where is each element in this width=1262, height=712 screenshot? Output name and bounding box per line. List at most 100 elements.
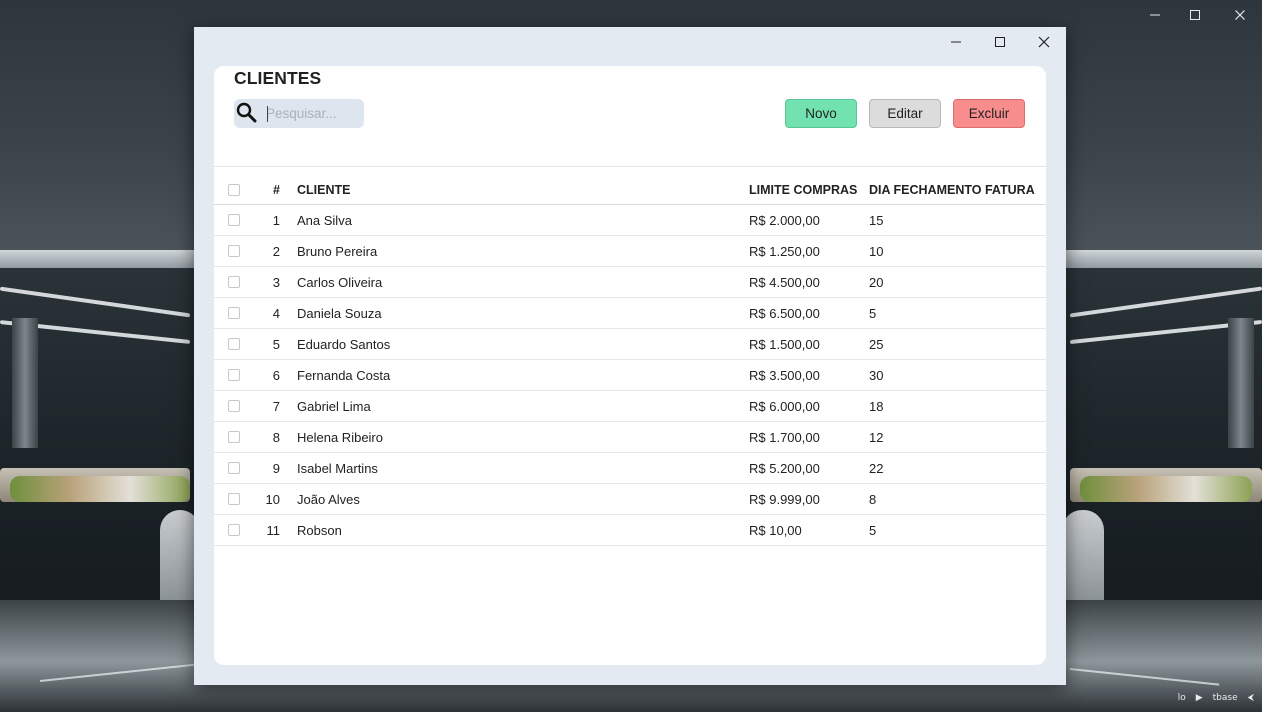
row-limite: R$ 4.500,00: [749, 274, 820, 290]
table-row[interactable]: 4 Daniela Souza R$ 6.500,00 5: [214, 298, 1046, 329]
row-limite: R$ 1.700,00: [749, 429, 820, 445]
background-column: [1228, 318, 1254, 448]
table-row[interactable]: 8 Helena Ribeiro R$ 1.700,00 12: [214, 422, 1046, 453]
desktop-maximize-button[interactable]: [1184, 5, 1206, 25]
table-header-row: # CLIENTE LIMITE COMPRAS DIA FECHAMENTO …: [214, 176, 1046, 205]
row-checkbox[interactable]: [228, 431, 240, 443]
row-num: 3: [272, 274, 280, 290]
table-row[interactable]: 9 Isabel Martins R$ 5.200,00 22: [214, 453, 1046, 484]
row-num: 6: [272, 367, 280, 383]
table-row[interactable]: 5 Eduardo Santos R$ 1.500,00 25: [214, 329, 1046, 360]
row-limite: R$ 6.000,00: [749, 398, 820, 414]
row-num: 8: [272, 429, 280, 445]
tray-item[interactable]: lo: [1178, 693, 1186, 703]
row-limite: R$ 9.999,00: [749, 491, 820, 507]
table-row[interactable]: 10 João Alves R$ 9.999,00 8: [214, 484, 1046, 515]
row-limite: R$ 1.250,00: [749, 243, 820, 259]
row-limite: R$ 6.500,00: [749, 305, 820, 321]
row-dia: 18: [869, 398, 884, 414]
row-dia: 30: [869, 367, 884, 383]
row-checkbox[interactable]: [228, 214, 240, 226]
row-checkbox[interactable]: [228, 276, 240, 288]
background-produce: [1080, 476, 1252, 502]
tray-item[interactable]: ▶: [1196, 693, 1203, 703]
row-num: 4: [272, 305, 280, 321]
row-num: 10: [265, 491, 280, 507]
desktop-close-button[interactable]: [1229, 5, 1251, 25]
row-checkbox[interactable]: [228, 524, 240, 536]
row-dia: 8: [869, 491, 877, 507]
row-dia: 20: [869, 274, 884, 290]
header-num[interactable]: #: [256, 176, 280, 204]
row-checkbox[interactable]: [228, 307, 240, 319]
header-limite[interactable]: LIMITE COMPRAS: [749, 176, 857, 204]
row-checkbox[interactable]: [228, 338, 240, 350]
new-button[interactable]: Novo: [785, 99, 857, 128]
row-cliente: Carlos Oliveira: [297, 274, 383, 290]
row-cliente: Ana Silva: [297, 212, 352, 228]
row-dia: 12: [869, 429, 884, 445]
search-box: [234, 99, 364, 128]
row-checkbox[interactable]: [228, 245, 240, 257]
table-row[interactable]: 11 Robson R$ 10,00 5: [214, 515, 1046, 546]
minimize-icon: [951, 41, 961, 43]
table-row[interactable]: 2 Bruno Pereira R$ 1.250,00 10: [214, 236, 1046, 267]
maximize-icon: [995, 37, 1005, 47]
select-all-checkbox[interactable]: [228, 184, 240, 196]
window-maximize-button[interactable]: [978, 27, 1022, 57]
row-checkbox-cell: [228, 484, 242, 514]
row-cliente: Fernanda Costa: [297, 367, 391, 383]
row-dia: 25: [869, 336, 884, 352]
delete-button[interactable]: Excluir: [953, 99, 1025, 128]
header-cliente[interactable]: CLIENTE: [297, 176, 350, 204]
row-dia: 22: [869, 460, 884, 476]
table-row[interactable]: 7 Gabriel Lima R$ 6.000,00 18: [214, 391, 1046, 422]
row-checkbox[interactable]: [228, 462, 240, 474]
row-cliente: João Alves: [297, 491, 360, 507]
table-row[interactable]: 6 Fernanda Costa R$ 3.500,00 30: [214, 360, 1046, 391]
row-checkbox-cell: [228, 422, 242, 452]
desktop-minimize-button[interactable]: [1144, 5, 1166, 25]
text-caret: [267, 106, 268, 122]
background-column: [12, 318, 38, 448]
page-title: CLIENTES: [234, 68, 322, 88]
row-checkbox-cell: [228, 453, 242, 483]
row-dia: 5: [869, 305, 877, 321]
close-icon: [1038, 36, 1050, 48]
tray-item[interactable]: tbase: [1213, 693, 1238, 703]
header-dia[interactable]: DIA FECHAMENTO FATURA: [869, 176, 1035, 204]
row-num: 9: [272, 460, 280, 476]
table-body: 1 Ana Silva R$ 2.000,00 15 2 Bruno Pereira R$ …: [214, 205, 1046, 546]
window-close-button[interactable]: [1022, 27, 1066, 57]
system-tray: lo ▶ tbase ⮜: [1178, 688, 1254, 708]
divider: [214, 166, 1046, 167]
row-cliente: Helena Ribeiro: [297, 429, 383, 445]
table-row[interactable]: 3 Carlos Oliveira R$ 4.500,00 20: [214, 267, 1046, 298]
edit-button[interactable]: Editar: [869, 99, 941, 128]
minimize-icon: [1150, 14, 1160, 16]
row-checkbox[interactable]: [228, 400, 240, 412]
row-limite: R$ 2.000,00: [749, 212, 820, 228]
tray-item[interactable]: ⮜: [1248, 693, 1254, 703]
clients-table: # CLIENTE LIMITE COMPRAS DIA FECHAMENTO …: [214, 176, 1046, 546]
clients-panel: CLIENTES Novo Editar Excluir # CLIENTE L…: [214, 66, 1046, 665]
row-checkbox[interactable]: [228, 369, 240, 381]
row-cliente: Isabel Martins: [297, 460, 378, 476]
table-row[interactable]: 1 Ana Silva R$ 2.000,00 15: [214, 205, 1046, 236]
row-checkbox-cell: [228, 329, 242, 359]
window-controls: [934, 27, 1066, 57]
row-dia: 10: [869, 243, 884, 259]
search-input[interactable]: [266, 103, 358, 123]
row-limite: R$ 1.500,00: [749, 336, 820, 352]
row-cliente: Bruno Pereira: [297, 243, 378, 259]
app-window: CLIENTES Novo Editar Excluir # CLIENTE L…: [194, 27, 1066, 685]
row-limite: R$ 5.200,00: [749, 460, 820, 476]
window-minimize-button[interactable]: [934, 27, 978, 57]
row-limite: R$ 3.500,00: [749, 367, 820, 383]
row-checkbox-cell: [228, 236, 242, 266]
row-cliente: Eduardo Santos: [297, 336, 391, 352]
row-checkbox[interactable]: [228, 493, 240, 505]
row-limite: R$ 10,00: [749, 522, 802, 538]
row-num: 5: [272, 336, 280, 352]
row-checkbox-cell: [228, 515, 242, 545]
